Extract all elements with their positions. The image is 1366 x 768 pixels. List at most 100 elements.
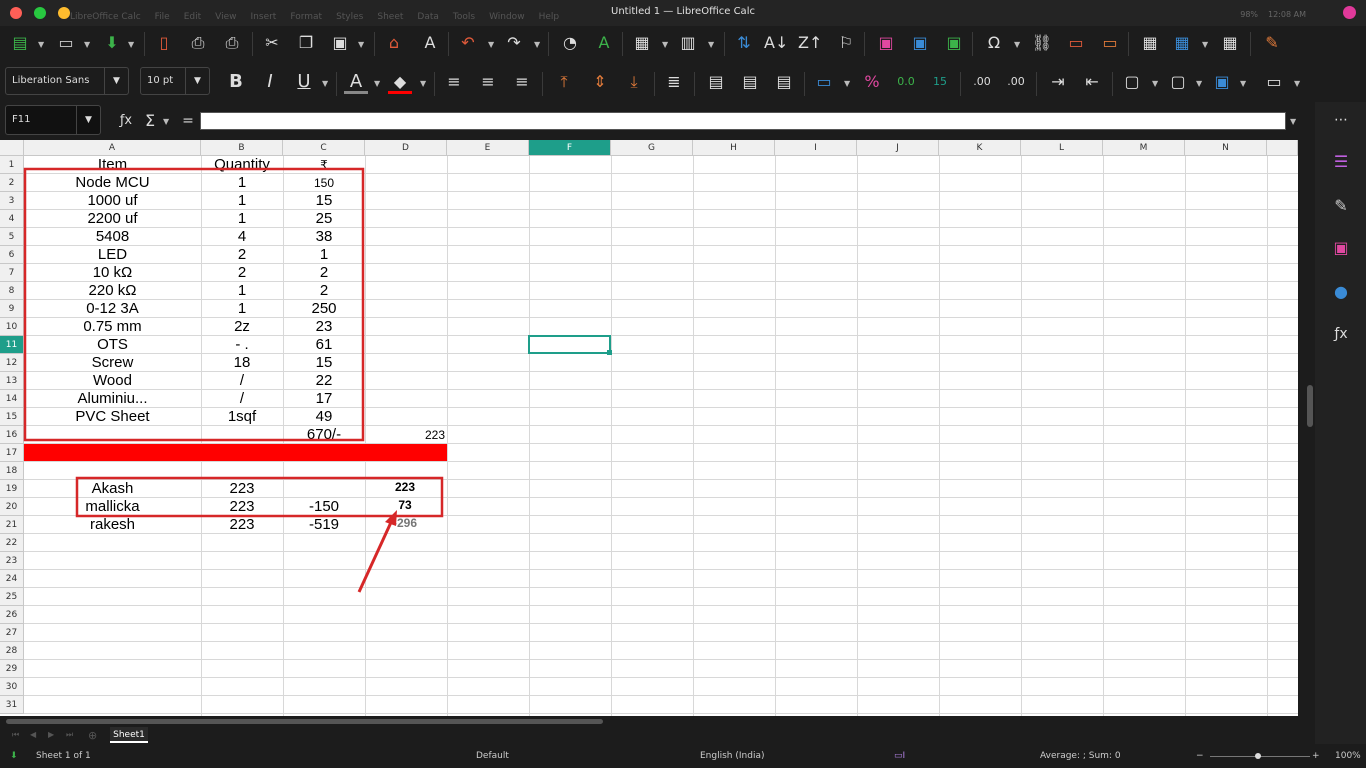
- italic-icon[interactable]: I: [258, 70, 282, 94]
- prev-sheet-icon[interactable]: ◀: [30, 730, 36, 739]
- export-pdf-icon[interactable]: ▯: [152, 31, 176, 55]
- column-header-n[interactable]: N: [1185, 140, 1267, 156]
- notification-icon[interactable]: [1343, 6, 1356, 19]
- cell-a14[interactable]: Aluminiu...: [24, 390, 201, 408]
- cell-c11[interactable]: 61: [283, 336, 365, 354]
- language[interactable]: English (India): [700, 751, 764, 761]
- background-color-icon[interactable]: ◆: [388, 70, 412, 94]
- chevron-down-icon[interactable]: ▼: [1014, 40, 1020, 49]
- special-character-icon[interactable]: Ω: [982, 31, 1006, 55]
- cell-c3[interactable]: 15: [283, 192, 365, 210]
- undo-icon[interactable]: ↶: [456, 31, 480, 55]
- fill-handle[interactable]: [607, 350, 612, 355]
- column-header-f[interactable]: F: [529, 140, 611, 156]
- column-header-b[interactable]: B: [201, 140, 283, 156]
- spreadsheet-grid[interactable]: A B C D E F G H I J K L M N 1 2 3 4 5 6 …: [0, 140, 1315, 726]
- cell-a9[interactable]: 0-12 3A: [24, 300, 201, 318]
- align-top-icon[interactable]: ⤒: [552, 70, 576, 94]
- column-header-g[interactable]: G: [611, 140, 693, 156]
- cell-a3[interactable]: 1000 uf: [24, 192, 201, 210]
- chevron-down-icon[interactable]: ▼: [534, 40, 540, 49]
- column-header-e[interactable]: E: [447, 140, 529, 156]
- cell-b7[interactable]: 2: [201, 264, 283, 282]
- column-header-j[interactable]: J: [857, 140, 939, 156]
- row-header[interactable]: 16: [0, 426, 24, 444]
- cell-b1[interactable]: Quantity: [201, 156, 283, 174]
- cell-a20[interactable]: mallicka: [24, 498, 201, 516]
- row-header[interactable]: 19: [0, 480, 24, 498]
- row-header[interactable]: 9: [0, 300, 24, 318]
- column-header-m[interactable]: M: [1103, 140, 1185, 156]
- cell-d16[interactable]: 223: [365, 426, 445, 444]
- zoom-slider-thumb[interactable]: [1255, 753, 1261, 759]
- chevron-down-icon[interactable]: ▼: [662, 40, 668, 49]
- merge-cells-icon[interactable]: ▤: [738, 70, 762, 94]
- row-header[interactable]: 5: [0, 228, 24, 246]
- page-style[interactable]: Default: [476, 751, 509, 761]
- split-window-icon[interactable]: ▦: [1218, 31, 1242, 55]
- row-header[interactable]: 3: [0, 192, 24, 210]
- chevron-down-icon[interactable]: ▼: [1202, 40, 1208, 49]
- cell-a15[interactable]: PVC Sheet: [24, 408, 201, 426]
- insert-image-icon[interactable]: ▣: [874, 31, 898, 55]
- row-icon[interactable]: ▦: [630, 31, 654, 55]
- row-header[interactable]: 2: [0, 174, 24, 192]
- cell-d19[interactable]: 223: [365, 478, 445, 496]
- zoom-level[interactable]: 100%: [1335, 751, 1361, 761]
- cell-b4[interactable]: 1: [201, 210, 283, 228]
- next-sheet-icon[interactable]: ▶: [48, 730, 54, 739]
- selection-mode-icon[interactable]: ▭I: [894, 751, 905, 761]
- clone-formatting-icon[interactable]: ⌂: [382, 31, 406, 55]
- increase-indent-icon[interactable]: ⇥: [1046, 70, 1070, 94]
- chevron-down-icon[interactable]: ▼: [358, 40, 364, 49]
- font-size-box[interactable]: 10 pt ▼: [140, 67, 210, 95]
- chevron-down-icon[interactable]: ▼: [420, 79, 426, 88]
- define-print-area-icon[interactable]: ▦: [1138, 31, 1162, 55]
- cell-c14[interactable]: 17: [283, 390, 365, 408]
- first-sheet-icon[interactable]: ⏮: [12, 730, 19, 740]
- cell-c20[interactable]: -150: [283, 498, 365, 516]
- cell-c21[interactable]: -519: [283, 516, 365, 534]
- formula-icon[interactable]: =: [176, 109, 200, 133]
- row-header[interactable]: 7: [0, 264, 24, 282]
- row-header[interactable]: 15: [0, 408, 24, 426]
- chevron-down-icon[interactable]: ▼: [708, 40, 714, 49]
- cell-a11[interactable]: OTS: [24, 336, 201, 354]
- navigator-icon[interactable]: ●: [1329, 280, 1353, 304]
- cell-b6[interactable]: 2: [201, 246, 283, 264]
- cell-c12[interactable]: 15: [283, 354, 365, 372]
- add-decimal-icon[interactable]: .00: [970, 70, 994, 94]
- sort-icon[interactable]: ⇅: [732, 31, 756, 55]
- column-header-a[interactable]: A: [24, 140, 201, 156]
- cell-a13[interactable]: Wood: [24, 372, 201, 390]
- row-header[interactable]: 30: [0, 678, 24, 696]
- decrease-indent-icon[interactable]: ⇤: [1080, 70, 1104, 94]
- zoom-in-icon[interactable]: +: [1312, 751, 1320, 761]
- name-box[interactable]: F11 ▼: [5, 105, 101, 135]
- row-header[interactable]: 4: [0, 210, 24, 228]
- row-header[interactable]: 8: [0, 282, 24, 300]
- cell-b9[interactable]: 1: [201, 300, 283, 318]
- chevron-down-icon[interactable]: ▼: [374, 79, 380, 88]
- styles-icon[interactable]: ✎: [1329, 194, 1353, 218]
- cell-b10[interactable]: 2z: [201, 318, 283, 336]
- row-header[interactable]: 20: [0, 498, 24, 516]
- delete-decimal-icon[interactable]: .00: [1004, 70, 1028, 94]
- cell-c2[interactable]: 150: [283, 174, 365, 192]
- percent-format-icon[interactable]: %: [860, 70, 884, 94]
- column-header-partial[interactable]: [1267, 140, 1298, 156]
- sort-descending-icon[interactable]: Z↑: [798, 31, 822, 55]
- cell-a10[interactable]: 0.75 mm: [24, 318, 201, 336]
- copy-icon[interactable]: ❐: [294, 31, 318, 55]
- column-header-k[interactable]: K: [939, 140, 1021, 156]
- border-color-icon[interactable]: ▣: [1210, 70, 1234, 94]
- cell-b15[interactable]: 1sqf: [201, 408, 283, 426]
- currency-format-icon[interactable]: ▭: [812, 70, 836, 94]
- chevron-down-icon[interactable]: ▼: [163, 117, 169, 126]
- row-header[interactable]: 10: [0, 318, 24, 336]
- formula-input[interactable]: [200, 112, 1286, 130]
- column-header-l[interactable]: L: [1021, 140, 1103, 156]
- cell-a5[interactable]: 5408: [24, 228, 201, 246]
- chevron-down-icon[interactable]: ▼: [104, 68, 128, 94]
- cell-c4[interactable]: 25: [283, 210, 365, 228]
